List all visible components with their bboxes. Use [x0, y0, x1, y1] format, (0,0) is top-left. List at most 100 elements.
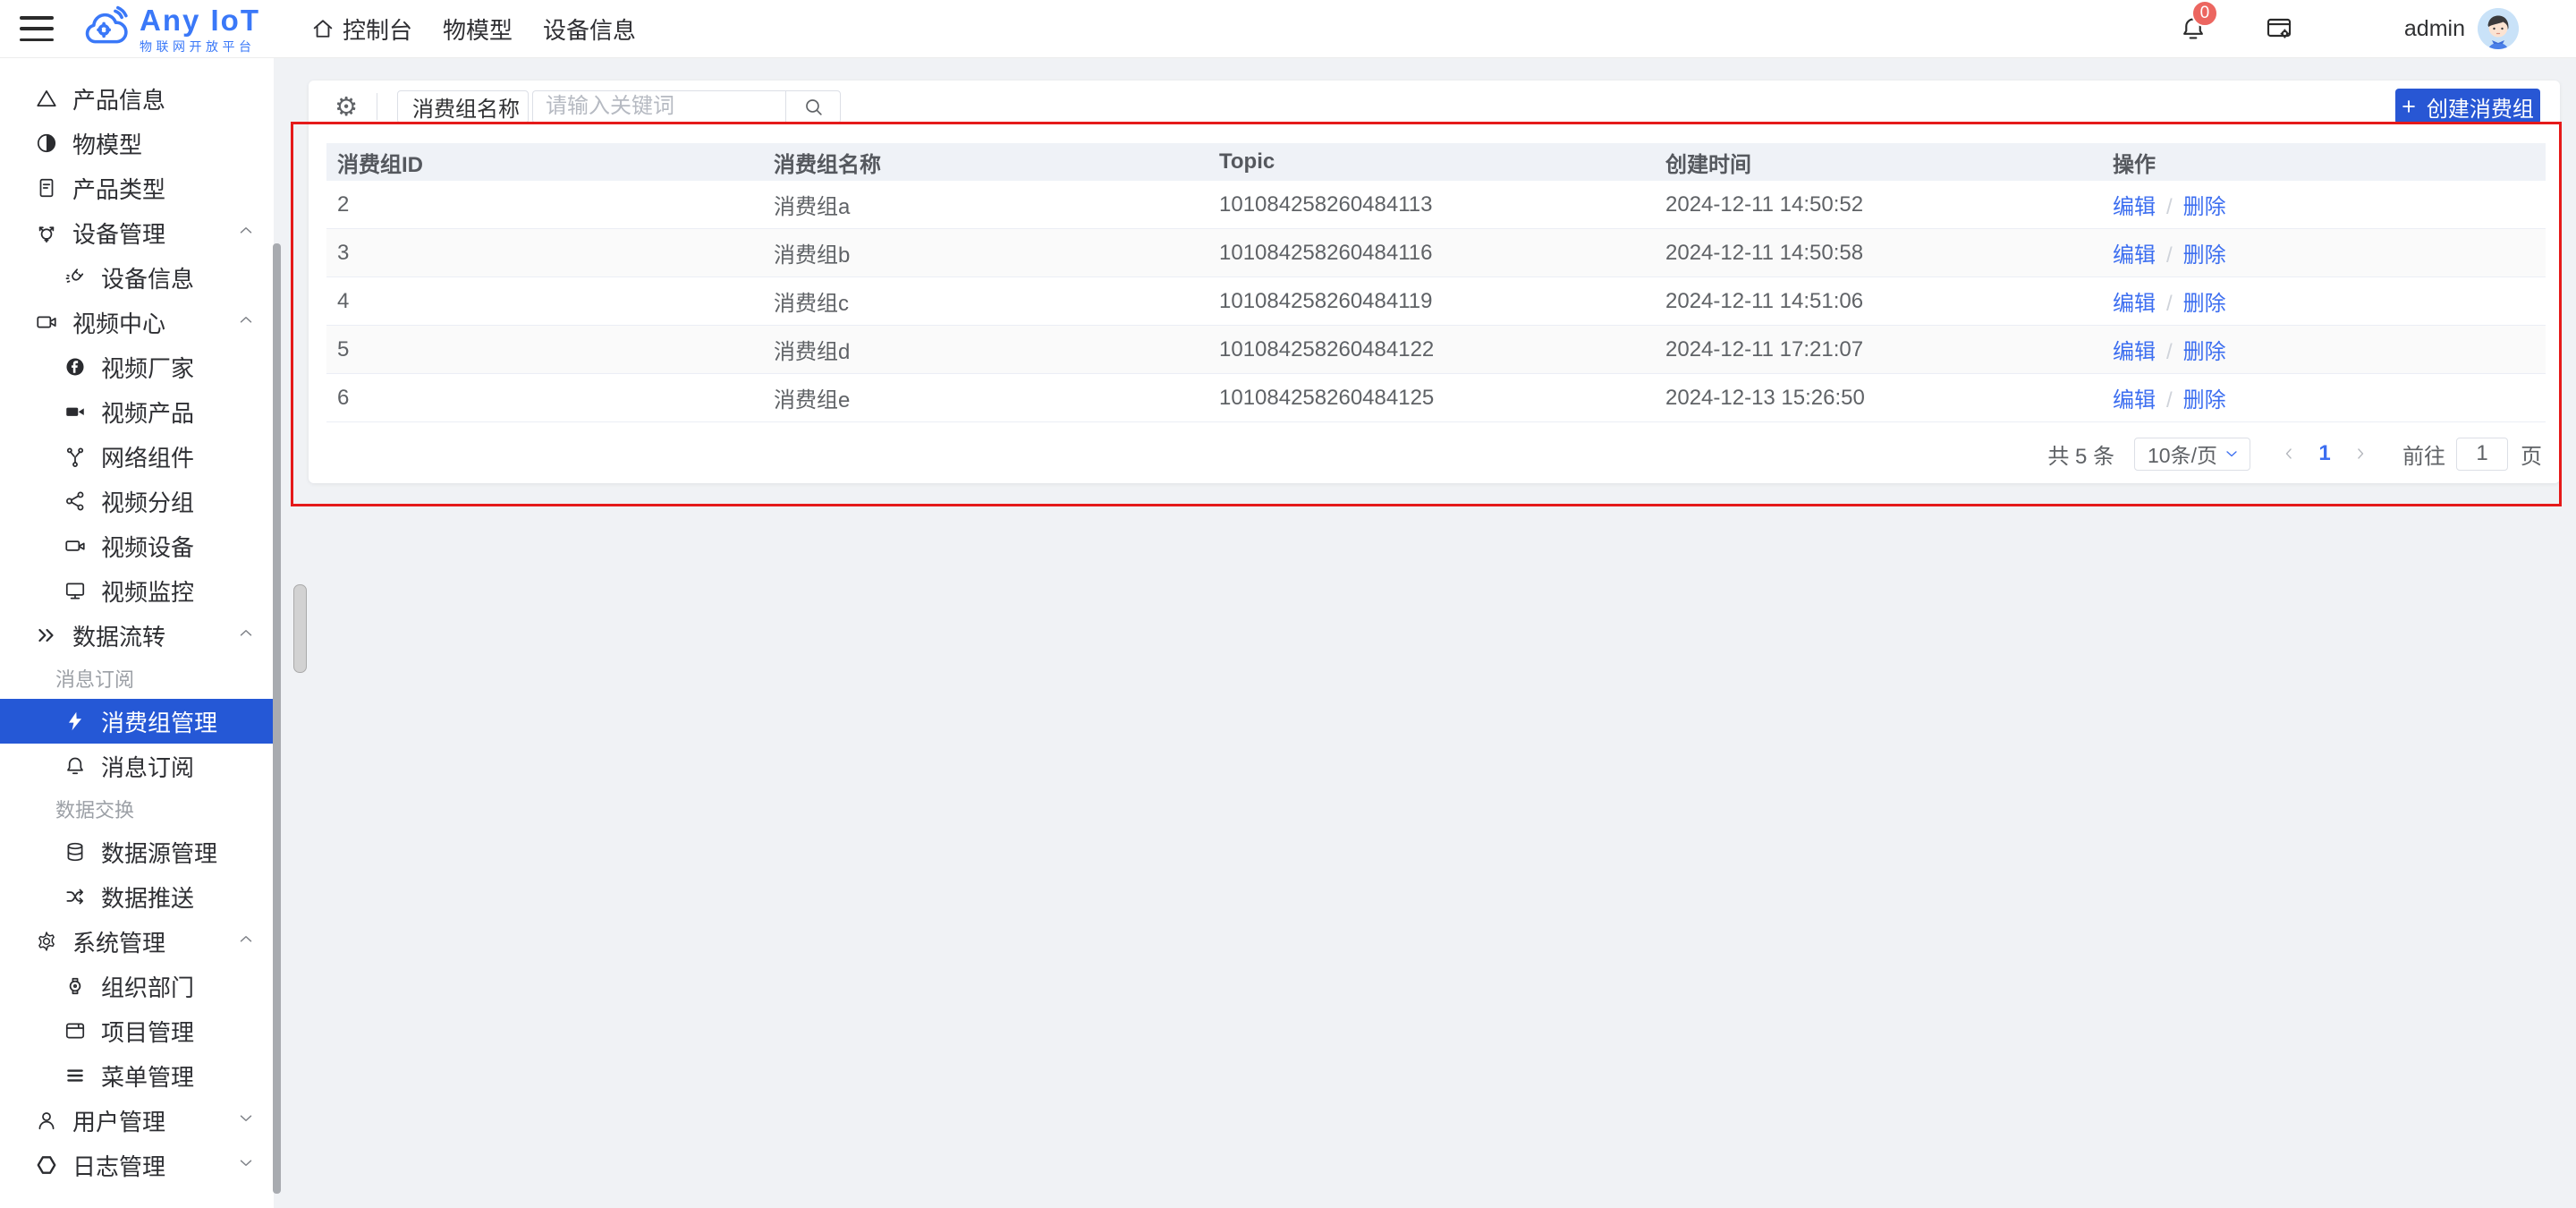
- sidebar-item-label: 视频分组: [101, 485, 194, 518]
- console-panel-icon[interactable]: [2261, 11, 2297, 47]
- topnav-device-info[interactable]: 设备信息: [543, 0, 636, 57]
- sidebar-item-system-management[interactable]: 系统管理: [0, 919, 274, 964]
- sidebar-item-video-product[interactable]: 视频产品: [0, 389, 274, 434]
- sidebar-item-video-monitor[interactable]: 视频监控: [0, 568, 274, 613]
- lightning-icon: [63, 709, 88, 734]
- document-icon: [34, 175, 59, 200]
- sidebar-item-product-info[interactable]: 产品信息: [0, 76, 274, 121]
- sidebar-item-label: 项目管理: [101, 1015, 194, 1048]
- sidebar-item-org-department[interactable]: 组织部门: [0, 964, 274, 1008]
- logo: Any IoT 物联网开放平台: [77, 4, 260, 53]
- sidebar-item-label: 视频厂家: [101, 351, 194, 384]
- search-input[interactable]: [532, 90, 785, 123]
- sidebar-item-video-center[interactable]: 视频中心: [0, 300, 274, 345]
- sidebar-item-data-flow[interactable]: 数据流转: [0, 613, 274, 658]
- cell-id: 4: [326, 289, 774, 314]
- sidebar-scrollbar[interactable]: [273, 243, 281, 1194]
- edit-link[interactable]: 编辑: [2113, 340, 2156, 364]
- filter-field-select[interactable]: 消费组名称: [397, 90, 529, 123]
- page-size-select[interactable]: 10条/页: [2134, 438, 2250, 471]
- search-button[interactable]: [785, 90, 841, 123]
- cell-id: 5: [326, 337, 774, 362]
- user-icon: [34, 1108, 59, 1133]
- sidebar-item-label: 视频设备: [101, 530, 194, 563]
- sidebar-item-message-subscription[interactable]: 消息订阅: [0, 744, 274, 788]
- sidebar-item-device-info[interactable]: 设备信息: [0, 255, 274, 300]
- sidebar-menu: 产品信息物模型产品类型设备管理设备信息视频中心视频厂家视频产品网络组件视频分组视…: [0, 57, 274, 1187]
- shuffle-icon: [63, 884, 88, 909]
- sidebar-item-log-management[interactable]: 日志管理: [0, 1143, 274, 1187]
- table-row: 2消费组a1010842582604841132024-12-11 14:50:…: [326, 181, 2546, 229]
- top-navigation: 控制台物模型设备信息: [310, 0, 636, 57]
- sidebar-item-label: 消费组管理: [101, 705, 217, 738]
- pagination-total: 共 5 条: [2047, 438, 2114, 470]
- network-icon: [63, 444, 88, 469]
- gear-icon: [34, 929, 59, 954]
- sidebar-item-data-source-management[interactable]: 数据源管理: [0, 829, 274, 874]
- camera-icon: [63, 533, 88, 558]
- delete-link[interactable]: 删除: [2183, 388, 2226, 413]
- sidebar-item-label: 视频监控: [101, 574, 194, 608]
- next-page-button[interactable]: [2345, 438, 2376, 471]
- home-icon: [310, 16, 335, 41]
- action-separator: /: [2166, 195, 2173, 219]
- topnav-label: 物模型: [443, 13, 513, 46]
- topnav-console[interactable]: 控制台: [310, 0, 412, 57]
- sidebar-item-consumer-group-management[interactable]: 消费组管理: [0, 699, 274, 744]
- cell-actions: 编辑/删除: [2113, 237, 2546, 268]
- magnet-icon: [63, 265, 88, 290]
- sidebar-item-video-vendor[interactable]: 视频厂家: [0, 345, 274, 389]
- cell-id: 2: [326, 192, 774, 217]
- delete-link[interactable]: 删除: [2183, 195, 2226, 219]
- content-card: ⚙ 消费组名称 + 创建消费组 消费组ID消费组名称Topic创建时间操作 2消…: [309, 81, 2560, 483]
- table-header: 消费组ID消费组名称Topic创建时间操作: [326, 143, 2546, 181]
- edit-link[interactable]: 编辑: [2113, 195, 2156, 219]
- sidebar-item-label: 系统管理: [72, 925, 165, 958]
- sidebar-item-user-management[interactable]: 用户管理: [0, 1098, 274, 1143]
- topnav-thing-model[interactable]: 物模型: [443, 0, 513, 57]
- chevron-up-icon: [236, 309, 256, 336]
- sidebar-item-data-push[interactable]: 数据推送: [0, 874, 274, 919]
- sidebar-item-video-group[interactable]: 视频分组: [0, 479, 274, 523]
- create-consumer-group-button[interactable]: + 创建消费组: [2395, 89, 2540, 124]
- notification-bell-icon[interactable]: 0: [2175, 11, 2211, 47]
- delete-link[interactable]: 删除: [2183, 243, 2226, 268]
- facebook-icon: [63, 354, 88, 379]
- sidebar-item-device-management[interactable]: 设备管理: [0, 210, 274, 255]
- sidebar-item-label: 网络组件: [101, 440, 194, 473]
- delete-link[interactable]: 删除: [2183, 340, 2226, 364]
- sidebar-item-menu-management[interactable]: 菜单管理: [0, 1053, 274, 1098]
- sidebar-item-network-component[interactable]: 网络组件: [0, 434, 274, 479]
- sidebar-item-label: 日志管理: [72, 1149, 165, 1182]
- table-toolbar: ⚙ 消费组名称: [326, 89, 841, 123]
- cell-actions: 编辑/删除: [2113, 334, 2546, 365]
- delete-link[interactable]: 删除: [2183, 292, 2226, 316]
- database-icon: [63, 839, 88, 864]
- edit-link[interactable]: 编辑: [2113, 388, 2156, 413]
- prev-page-button[interactable]: [2274, 438, 2304, 471]
- sidebar-item-product-type[interactable]: 产品类型: [0, 166, 274, 210]
- current-page-number[interactable]: 1: [2309, 441, 2340, 466]
- menu-lines-icon: [63, 1063, 88, 1088]
- content-scrollbar[interactable]: [293, 584, 307, 673]
- hamburger-menu-icon[interactable]: [20, 16, 54, 41]
- sidebar-item-project-management[interactable]: 项目管理: [0, 1008, 274, 1053]
- edit-link[interactable]: 编辑: [2113, 292, 2156, 316]
- search-icon: [802, 96, 825, 118]
- cell-topic: 101084258260484125: [1219, 386, 1665, 411]
- column-header-2: Topic: [1219, 149, 1665, 174]
- sidebar-item-thing-model[interactable]: 物模型: [0, 121, 274, 166]
- goto-page-input[interactable]: [2456, 438, 2508, 471]
- cell-name: 消费组e: [774, 382, 1219, 413]
- cell-name: 消费组b: [774, 237, 1219, 268]
- topbar: Any IoT 物联网开放平台 控制台物模型设备信息 0 admin: [0, 0, 2576, 58]
- video-filled-icon: [63, 399, 88, 424]
- sidebar-item-video-device[interactable]: 视频设备: [0, 523, 274, 568]
- column-settings-gear-icon[interactable]: ⚙: [326, 89, 366, 123]
- topnav-label: 设备信息: [543, 13, 636, 46]
- action-separator: /: [2166, 388, 2173, 413]
- action-separator: /: [2166, 292, 2173, 316]
- edit-link[interactable]: 编辑: [2113, 243, 2156, 268]
- avatar[interactable]: [2478, 8, 2519, 49]
- logo-subtitle: 物联网开放平台: [140, 40, 260, 53]
